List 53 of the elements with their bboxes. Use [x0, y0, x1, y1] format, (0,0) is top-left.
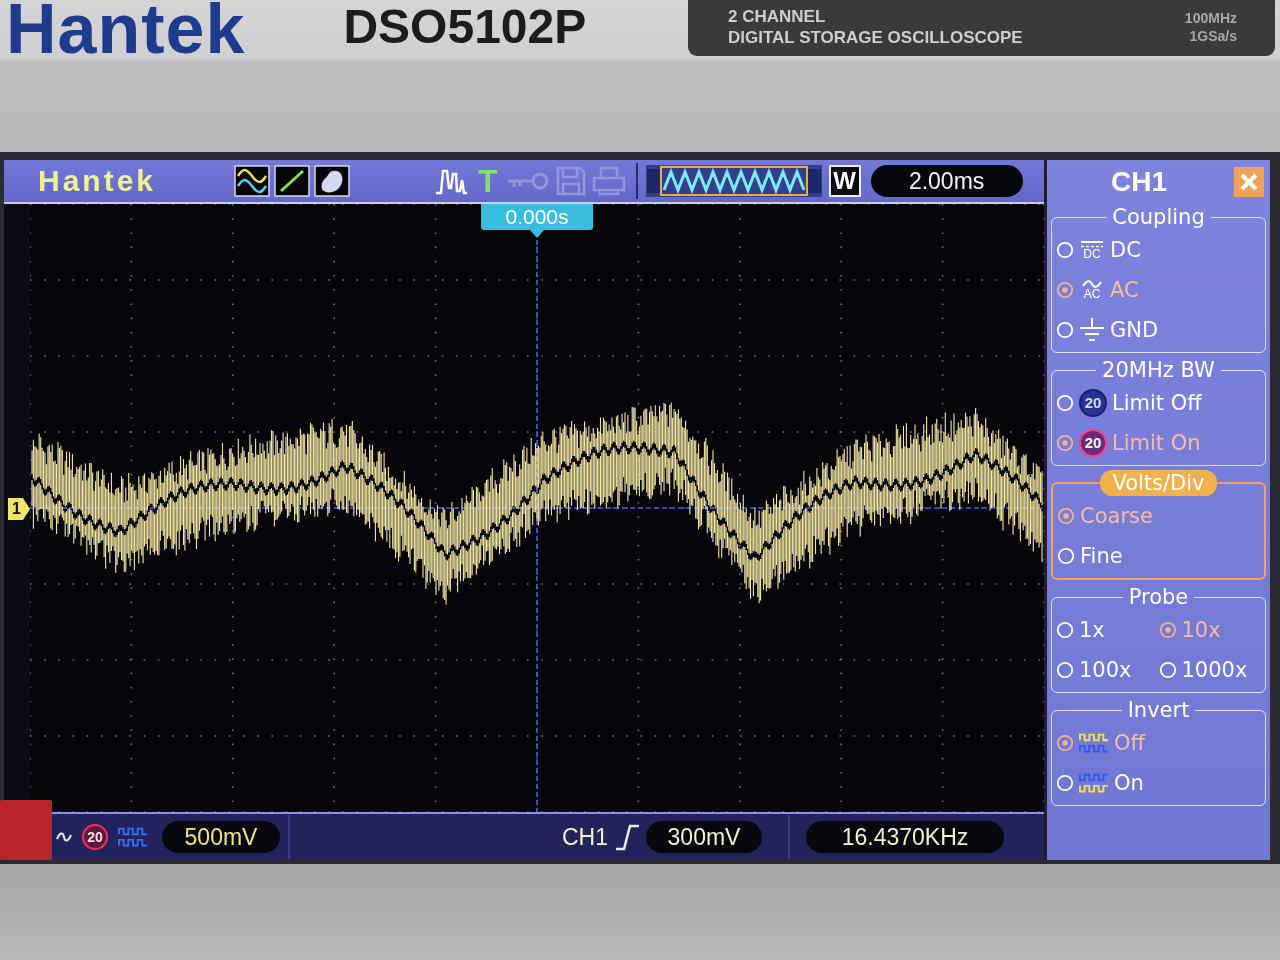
radio-icon[interactable]: [1056, 434, 1074, 452]
spec-text: 1GSa/s: [1189, 27, 1237, 45]
zoom-window-button[interactable]: W: [828, 165, 861, 197]
bandwidth-on-badge: 20: [1079, 429, 1107, 457]
group-title: Probe: [1127, 584, 1190, 610]
radio-icon[interactable]: [1056, 734, 1074, 752]
radio-icon[interactable]: [1158, 621, 1177, 639]
group-title: Invert: [1126, 697, 1191, 723]
radio-option[interactable]: 20 Limit Off: [1056, 383, 1261, 423]
normal-wave-icon: [1079, 732, 1109, 754]
radio-option[interactable]: 1000x: [1158, 650, 1261, 690]
plate-text: 2 CHANNEL: [728, 6, 827, 27]
radio-option[interactable]: DC DC: [1056, 230, 1261, 270]
radio-option[interactable]: Off: [1056, 723, 1261, 763]
trigger-button[interactable]: T: [478, 164, 498, 198]
timebase-readout: 2.00ms: [870, 165, 1023, 197]
radio-option[interactable]: AC AC: [1056, 270, 1261, 310]
waves-icon[interactable]: [234, 165, 271, 197]
radio-option[interactable]: Coarse: [1057, 496, 1260, 536]
group-title: Coupling: [1111, 204, 1206, 230]
rising-edge-icon: [614, 823, 640, 851]
close-button[interactable]: [1234, 167, 1264, 197]
channel-marker[interactable]: 1: [8, 498, 30, 520]
radio-icon[interactable]: [1057, 507, 1075, 525]
ground-icon: [1079, 317, 1105, 343]
screen-logo: Hantek: [38, 164, 157, 198]
plate-text: DIGITAL STORAGE OSCILLOSCOPE: [728, 27, 1023, 48]
tape-patch: [0, 800, 52, 860]
radio-option[interactable]: GND: [1056, 310, 1261, 350]
menu-title: CH1: [1111, 166, 1167, 198]
close-icon: [1239, 172, 1259, 192]
radio-option[interactable]: 10x: [1158, 610, 1261, 650]
radio-option[interactable]: Fine: [1057, 536, 1260, 576]
radio-option[interactable]: 20 Limit On: [1056, 423, 1261, 463]
spec-text: 100MHz: [1184, 9, 1237, 27]
bandwidth-limit-badge: 20: [82, 824, 108, 850]
square-wave-icon: [118, 826, 148, 848]
inverted-wave-icon: [1079, 772, 1109, 794]
blob-icon[interactable]: [314, 165, 351, 197]
trigger-source-label: CH1: [562, 823, 608, 851]
frequency-readout: 16.4370KHz: [806, 821, 1004, 853]
radio-icon[interactable]: [1056, 281, 1074, 299]
tilde-icon: [56, 831, 72, 843]
radio-option[interactable]: 1x: [1056, 610, 1159, 650]
group-title: Volts/Div: [1100, 470, 1217, 496]
brand-logo: Hantek: [6, 0, 246, 58]
model-name: DSO5102P: [343, 2, 587, 52]
bandwidth-off-badge: 20: [1079, 389, 1107, 417]
radio-option[interactable]: On: [1056, 763, 1261, 803]
radio-option[interactable]: 100x: [1056, 650, 1159, 690]
trigger-level-readout: 300mV: [646, 821, 762, 853]
volts-per-div-readout: 500mV: [162, 821, 280, 853]
group-title: 20MHz BW: [1101, 357, 1216, 383]
